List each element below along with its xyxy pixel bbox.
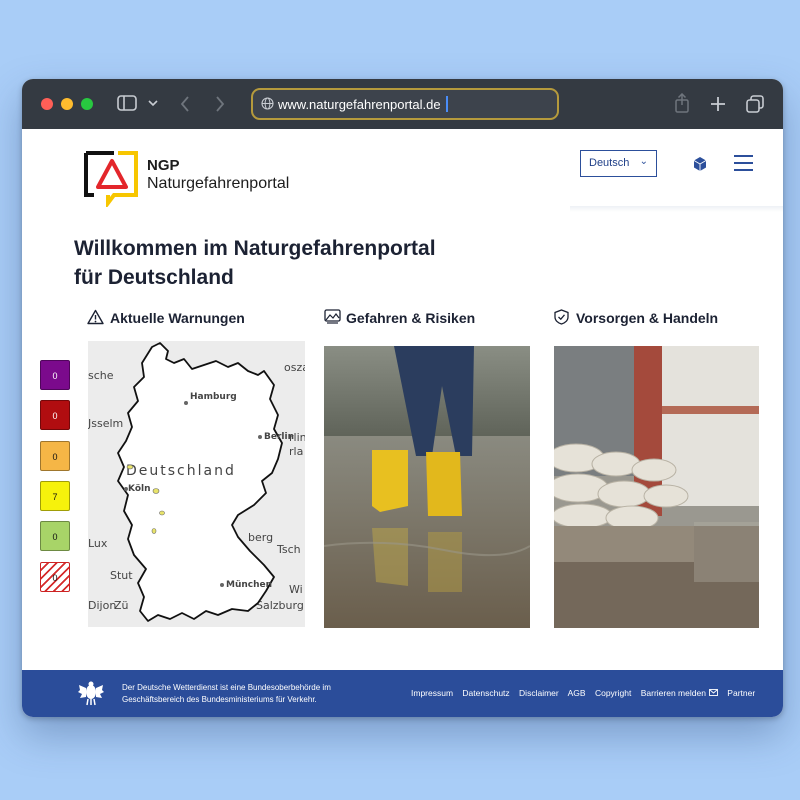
text-cursor — [446, 96, 448, 112]
zoom-window-button[interactable] — [81, 98, 93, 110]
page-title-line1: Willkommen im Naturgefahrenportal — [74, 237, 436, 260]
menu-icon[interactable] — [734, 155, 753, 176]
map-bg-label: Tsch — [276, 543, 301, 556]
footer-link-barrieren-label: Barrieren melden — [640, 688, 706, 698]
footer-link-disclaimer[interactable]: Disclaimer — [519, 688, 559, 698]
landscape-map-icon — [324, 309, 341, 324]
map-city-koeln: Köln — [128, 484, 151, 494]
map-warning-area[interactable] — [159, 510, 165, 516]
warning-map[interactable]: sche oszal Jsselm rlin rla Lux berg Tsch… — [88, 341, 305, 627]
section-title-warnings[interactable]: Aktuelle Warnungen — [110, 310, 245, 326]
browser-toolbar: www.naturgefahrenportal.de — [22, 79, 783, 129]
photo-boots-flood[interactable] — [324, 346, 530, 628]
map-bg-label: Stut — [110, 569, 133, 582]
federal-eagle-icon — [78, 681, 104, 706]
map-bg-label: oszal — [284, 361, 305, 374]
footer-link-impressum[interactable]: Impressum — [411, 688, 453, 698]
map-bg-label: Dijon — [88, 599, 116, 612]
browser-window: www.naturgefahrenportal.de NGP Naturgefa… — [22, 79, 783, 717]
warning-level-red[interactable]: 0 — [40, 400, 70, 430]
map-warning-area[interactable] — [126, 464, 134, 470]
map-city-hamburg: Hamburg — [190, 392, 237, 402]
map-bg-label: sche — [88, 369, 114, 382]
footer-link-partner[interactable]: Partner — [727, 688, 755, 698]
mail-icon — [708, 689, 718, 696]
url-text: www.naturgefahrenportal.de — [278, 97, 441, 112]
map-bg-label: Jsselm — [88, 417, 123, 430]
sidebar-icon[interactable] — [117, 95, 137, 111]
cube-icon[interactable] — [692, 156, 708, 172]
map-city-muenchen: München — [226, 580, 272, 590]
section-title-prevention[interactable]: Vorsorgen & Handeln — [576, 310, 718, 326]
warning-level-hatched[interactable]: 0 — [40, 562, 70, 592]
map-country-label: Deutschland — [126, 463, 236, 479]
address-bar[interactable]: www.naturgefahrenportal.de — [251, 88, 559, 120]
shield-check-icon — [554, 309, 569, 325]
footer-link-copyright[interactable]: Copyright — [595, 688, 631, 698]
chevron-down-icon[interactable] — [148, 100, 158, 107]
photo-sandbags[interactable] — [554, 346, 759, 628]
logo-name: Naturgefahrenportal — [147, 175, 290, 192]
warning-level-green[interactable]: 0 — [40, 521, 70, 551]
map-city-berlin: Berlin — [264, 432, 294, 442]
close-window-button[interactable] — [41, 98, 53, 110]
language-select[interactable]: Deutsch ⌄ — [580, 150, 657, 177]
map-bg-label: Zü — [114, 599, 129, 612]
map-bg-label: berg — [248, 531, 273, 544]
footer-disclaimer: Der Deutsche Wetterdienst ist eine Bunde… — [122, 682, 362, 706]
share-icon[interactable] — [674, 93, 690, 113]
header-divider — [570, 206, 783, 212]
footer-text-line2: Geschäftsbereich des Bundesministeriums … — [122, 695, 317, 704]
new-tab-icon[interactable] — [710, 96, 726, 112]
map-bg-label: Wi — [289, 583, 303, 596]
logo-abbreviation: NGP — [147, 157, 180, 174]
language-select-value: Deutsch — [589, 157, 630, 169]
chevron-down-icon: ⌄ — [639, 156, 648, 167]
map-bg-label: rla — [289, 445, 303, 458]
ngp-logo[interactable] — [84, 151, 140, 207]
map-bg-label: Salzburg — [256, 599, 304, 612]
footer-link-barrieren[interactable]: Barrieren melden — [641, 688, 718, 698]
map-warning-area[interactable] — [151, 528, 157, 534]
warning-level-yellow[interactable]: 7 — [40, 481, 70, 511]
forward-icon[interactable] — [215, 96, 225, 112]
section-title-hazards[interactable]: Gefahren & Risiken — [346, 310, 475, 326]
map-bg-label: Lux — [88, 537, 108, 550]
warning-triangle-icon — [87, 309, 104, 325]
page-title-line2: für Deutschland — [74, 266, 234, 289]
back-icon[interactable] — [180, 96, 190, 112]
warning-level-violet[interactable]: 0 — [40, 360, 70, 390]
page-title: Willkommen im Naturgefahrenportal für De… — [74, 234, 534, 292]
page-footer: Der Deutsche Wetterdienst ist eine Bunde… — [22, 670, 783, 717]
footer-text-line1: Der Deutsche Wetterdienst ist eine Bunde… — [122, 683, 331, 692]
footer-link-agb[interactable]: AGB — [568, 688, 586, 698]
footer-link-datenschutz[interactable]: Datenschutz — [462, 688, 509, 698]
footer-links: Impressum Datenschutz Disclaimer AGB Cop… — [411, 688, 762, 698]
tab-overview-icon[interactable] — [746, 95, 764, 113]
globe-icon — [261, 97, 274, 110]
minimize-window-button[interactable] — [61, 98, 73, 110]
warning-level-orange[interactable]: 0 — [40, 441, 70, 471]
map-warning-area[interactable] — [152, 488, 160, 494]
web-page: NGP Naturgefahrenportal Deutsch ⌄ Willko… — [22, 129, 783, 717]
